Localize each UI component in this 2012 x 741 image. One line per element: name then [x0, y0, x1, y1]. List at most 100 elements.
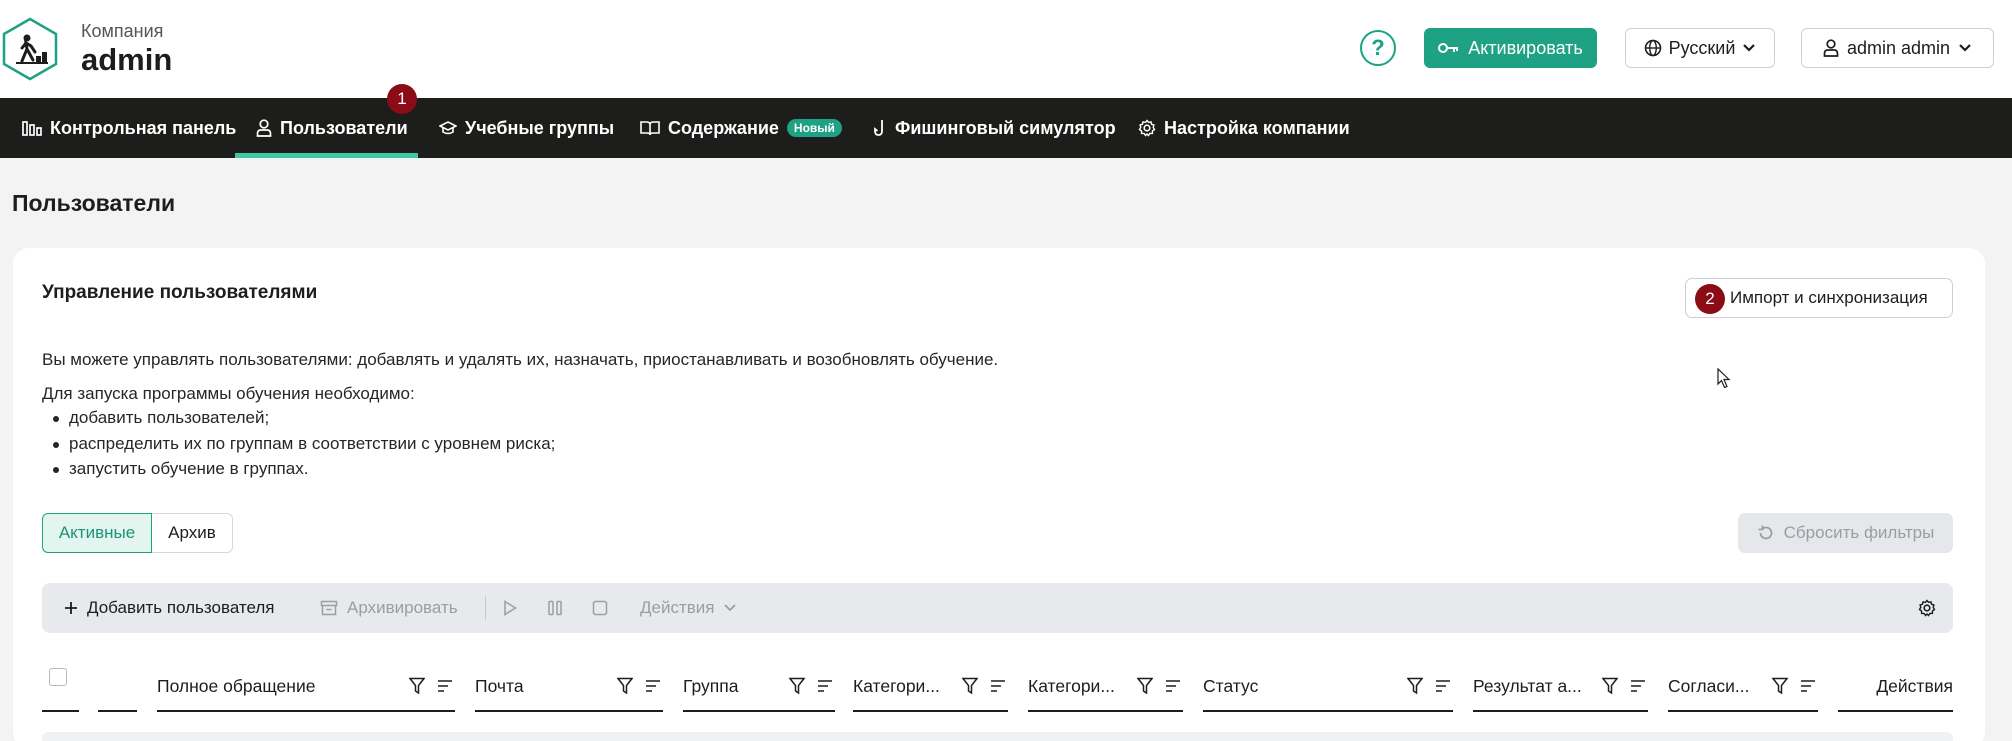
status-segmented-control: Активные Архив	[42, 513, 233, 553]
start-button[interactable]	[503, 583, 517, 633]
column-header-label: Действия	[1876, 675, 1953, 696]
column-header-category-2[interactable]: Категори...	[1028, 662, 1183, 712]
activate-button[interactable]: Активировать	[1424, 28, 1597, 68]
list-item: запустить обучение в группах.	[42, 459, 555, 485]
bar-chart-icon	[22, 121, 42, 136]
filter-icon[interactable]	[962, 677, 978, 695]
archive-button[interactable]: Архивировать	[320, 583, 458, 633]
table-settings-button[interactable]	[1918, 583, 1936, 633]
sort-icon[interactable]	[1630, 679, 1646, 693]
column-header-expand	[98, 662, 137, 712]
nav-item-label: Содержание	[668, 117, 779, 138]
column-header-label: Полное обращение	[157, 675, 316, 696]
graduation-cap-icon	[439, 121, 457, 135]
tab-archive[interactable]: Архив	[152, 513, 233, 553]
nav-item-phishing-simulator[interactable]: Фишинговый симулятор	[873, 98, 1116, 158]
column-header-consent[interactable]: Согласи...	[1668, 662, 1818, 712]
sort-icon[interactable]	[1435, 679, 1451, 693]
book-icon	[640, 121, 660, 136]
requirements-intro: Для запуска программы обучения необходим…	[42, 384, 415, 403]
description-text: Вы можете управлять пользователями: доба…	[42, 350, 999, 369]
play-icon	[504, 600, 517, 616]
key-icon	[1438, 43, 1459, 53]
language-label: Русский	[1668, 37, 1736, 58]
import-sync-button[interactable]: Импорт и синхронизация	[1685, 278, 1953, 318]
language-select[interactable]: Русский	[1625, 28, 1775, 68]
top-header: Компания admin ? Активировать Русский ad…	[0, 0, 2012, 98]
column-header-select	[42, 662, 79, 712]
stop-button[interactable]	[592, 583, 608, 633]
nav-item-users[interactable]: Пользователи	[256, 98, 408, 158]
user-icon	[1823, 39, 1839, 57]
pause-icon	[548, 600, 562, 616]
column-header-result[interactable]: Результат а...	[1473, 662, 1648, 712]
nav-item-training-groups[interactable]: Учебные группы	[439, 98, 614, 158]
add-user-button[interactable]: Добавить пользователя	[64, 583, 275, 633]
filter-icon[interactable]	[1407, 677, 1423, 695]
sort-icon[interactable]	[437, 679, 453, 693]
filter-icon[interactable]	[789, 677, 805, 695]
reset-filters-button[interactable]: Сбросить фильтры	[1738, 513, 1953, 553]
step-marker-2: 2	[1695, 284, 1725, 314]
tab-active[interactable]: Активные	[42, 513, 152, 553]
fish-hook-icon	[874, 120, 883, 136]
nav-item-label: Фишинговый симулятор	[895, 117, 1116, 138]
company-label: Компания	[81, 21, 164, 41]
column-header-category-1[interactable]: Категори...	[853, 662, 1008, 712]
column-header-label: Почта	[475, 675, 524, 696]
nav-item-label: Настройка компании	[1164, 117, 1350, 138]
sort-icon[interactable]	[1800, 679, 1816, 693]
nav-item-label: Пользователи	[280, 117, 408, 138]
sort-icon[interactable]	[990, 679, 1006, 693]
user-menu-button[interactable]: admin admin	[1801, 28, 1994, 68]
nav-item-company-settings[interactable]: Настройка компании	[1138, 98, 1350, 158]
filter-icon[interactable]	[1602, 677, 1618, 695]
help-button[interactable]: ?	[1360, 30, 1396, 66]
filter-icon[interactable]	[1137, 677, 1153, 695]
list-item: распределить их по группам в соответстви…	[42, 434, 555, 460]
globe-icon	[1644, 39, 1661, 57]
stop-icon	[592, 600, 608, 616]
nav-item-label: Учебные группы	[465, 117, 615, 138]
filter-icon[interactable]	[617, 677, 633, 695]
company-name: admin	[81, 42, 173, 77]
actions-dropdown[interactable]: Действия	[640, 583, 737, 633]
archive-icon	[320, 600, 338, 616]
column-header-label: Согласи...	[1668, 675, 1750, 696]
chevron-down-icon	[1743, 44, 1756, 52]
nav-item-dashboard[interactable]: Контрольная панель	[22, 98, 236, 158]
requirements-list: добавить пользователей; распределить их …	[42, 408, 555, 485]
nav-item-content[interactable]: Содержание Новый	[640, 98, 842, 158]
add-user-label: Добавить пользователя	[87, 598, 275, 617]
main-nav: Контрольная панель Пользователи Учебные …	[0, 98, 2012, 158]
column-header-group[interactable]: Группа	[683, 662, 835, 712]
filter-icon[interactable]	[409, 677, 425, 695]
gear-icon	[1138, 119, 1156, 137]
table-row	[42, 732, 1953, 741]
column-header-label: Результат а...	[1473, 675, 1582, 696]
filter-icon[interactable]	[1772, 677, 1788, 695]
active-tab-indicator	[235, 153, 418, 158]
gear-icon	[1918, 599, 1936, 617]
column-header-actions: Действия	[1838, 662, 1953, 712]
user-icon	[256, 119, 272, 137]
column-header-status[interactable]: Статус	[1203, 662, 1453, 712]
column-header-label: Группа	[683, 675, 739, 696]
column-header-label: Категори...	[853, 675, 940, 696]
sort-icon[interactable]	[817, 679, 833, 693]
actions-label: Действия	[640, 598, 715, 617]
step-marker-1: 1	[387, 84, 417, 114]
chevron-down-icon	[724, 604, 737, 612]
column-header-full-name[interactable]: Полное обращение	[157, 662, 455, 712]
user-name-label: admin admin	[1846, 37, 1951, 58]
list-item: добавить пользователей;	[42, 408, 555, 434]
chevron-down-icon	[1959, 44, 1971, 52]
toolbar-divider	[485, 596, 486, 620]
plus-icon	[65, 602, 77, 614]
column-header-email[interactable]: Почта	[475, 662, 663, 712]
new-badge: Новый	[786, 119, 842, 137]
sort-icon[interactable]	[645, 679, 661, 693]
sort-icon[interactable]	[1165, 679, 1181, 693]
card-title: Управление пользователями	[42, 282, 318, 303]
pause-button[interactable]	[547, 583, 563, 633]
